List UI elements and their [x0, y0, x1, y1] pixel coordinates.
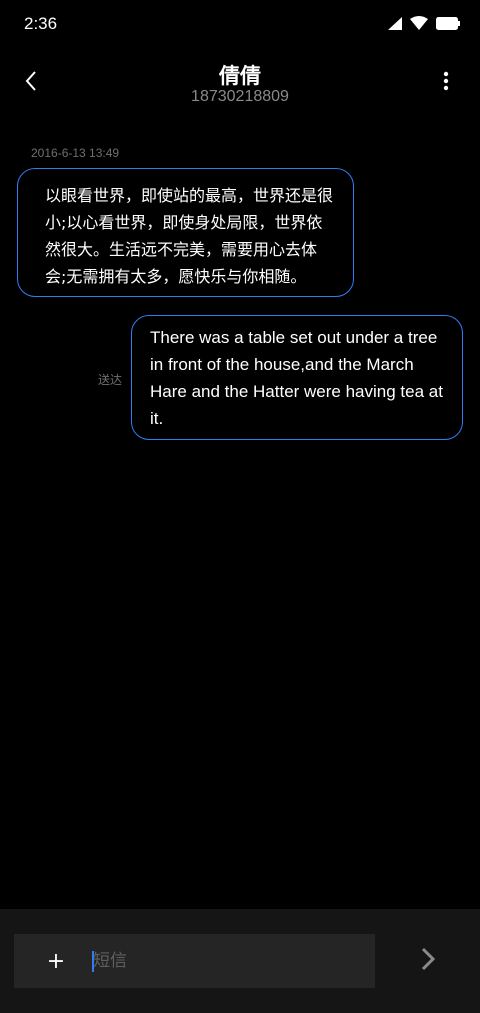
sent-message-bubble[interactable]: There was a table set out under a tree i…	[131, 315, 463, 440]
status-icons	[388, 16, 460, 30]
send-button[interactable]	[412, 941, 444, 981]
status-time: 2:36	[24, 14, 58, 33]
contact-name: 倩倩	[219, 64, 261, 88]
signal-icon	[388, 16, 402, 30]
received-message-text: 以眼看世界，即使站的最高，世界还是很小;以心看世界，即使身处局限，世界依然很大。…	[45, 186, 334, 286]
message-timestamp: 2016-6-13 13:49	[31, 146, 120, 160]
compose-bar: +	[0, 909, 480, 1013]
status-bar: 2:36	[0, 0, 480, 52]
more-vertical-icon	[443, 71, 449, 95]
chevron-right-icon	[420, 946, 436, 976]
conversation-header: 倩倩 18730218809	[0, 52, 480, 116]
received-message-bubble[interactable]: 以眼看世界，即使站的最高，世界还是很小;以心看世界，即使身处局限，世界依然很大。…	[17, 168, 354, 297]
delivery-status: 送达	[98, 373, 123, 387]
sent-message-text: There was a table set out under a tree i…	[150, 328, 443, 428]
contact-number: 18730218809	[191, 88, 289, 105]
compose-field: +	[14, 934, 375, 988]
more-options-button[interactable]	[438, 70, 454, 96]
battery-icon	[436, 16, 460, 30]
wifi-icon	[410, 16, 428, 30]
message-input[interactable]	[93, 947, 353, 975]
add-attachment-button[interactable]: +	[42, 947, 70, 975]
